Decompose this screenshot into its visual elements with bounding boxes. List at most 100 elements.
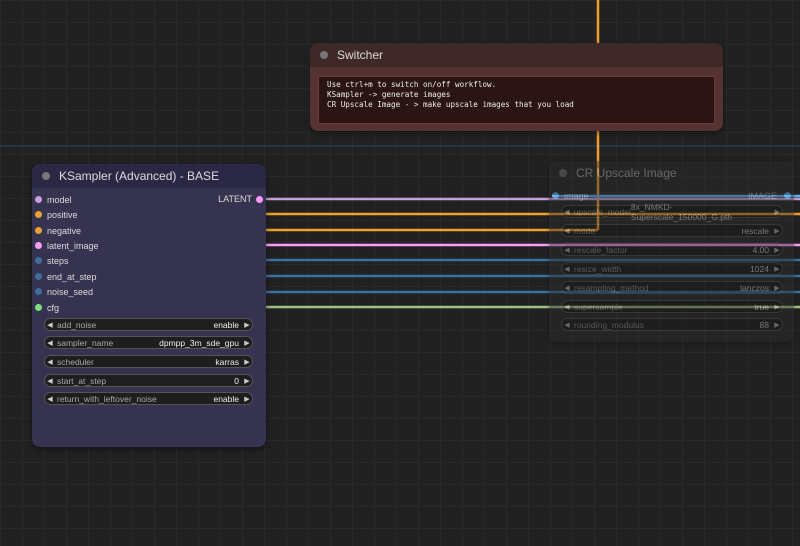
increment-arrow-icon[interactable]: ▶ xyxy=(242,358,252,366)
input-socket-icon[interactable] xyxy=(35,242,42,249)
output-socket-icon[interactable] xyxy=(256,195,263,203)
widget-sampler-name[interactable]: ◀ sampler_name dpmpp_3m_sde_gpu ▶ xyxy=(44,336,253,349)
input-steps[interactable]: steps xyxy=(32,253,266,268)
decrement-arrow-icon[interactable]: ◀ xyxy=(562,321,572,329)
widget-mode[interactable]: ◀ mode rescale ▶ xyxy=(561,224,783,237)
decrement-arrow-icon[interactable]: ◀ xyxy=(562,227,572,235)
node-title-bar[interactable]: CR Upscale Image xyxy=(549,161,794,185)
input-label: model xyxy=(47,194,72,205)
input-model[interactable]: model xyxy=(32,192,192,207)
input-label: end_at_step xyxy=(47,271,97,282)
widget-label: sampler_name xyxy=(57,337,114,348)
increment-arrow-icon[interactable]: ▶ xyxy=(242,339,252,347)
output-label: LATENT xyxy=(218,194,252,204)
widget-label: supersample xyxy=(574,301,623,312)
increment-arrow-icon[interactable]: ▶ xyxy=(772,321,782,329)
widget-rescale-factor[interactable]: ◀ rescale_factor 4.00 ▶ xyxy=(561,243,783,256)
decrement-arrow-icon[interactable]: ◀ xyxy=(45,321,55,329)
decrement-arrow-icon[interactable]: ◀ xyxy=(562,208,572,216)
increment-arrow-icon[interactable]: ▶ xyxy=(242,377,252,385)
input-cfg[interactable]: cfg xyxy=(32,300,266,315)
ksampler-advanced-node[interactable]: KSampler (Advanced) - BASE LATENT model … xyxy=(32,164,266,447)
increment-arrow-icon[interactable]: ▶ xyxy=(772,284,782,292)
node-title: CR Upscale Image xyxy=(576,166,677,180)
widget-value: true xyxy=(754,301,769,312)
widget-value: 0 xyxy=(234,375,239,386)
collapse-dot-icon[interactable] xyxy=(42,172,50,180)
decrement-arrow-icon[interactable]: ◀ xyxy=(45,358,55,366)
input-socket-icon[interactable] xyxy=(35,304,42,311)
note-text[interactable]: Use ctrl+m to switch on/off workflow. KS… xyxy=(318,76,715,124)
input-positive[interactable]: positive xyxy=(32,207,266,222)
widget-label: resampling_method xyxy=(574,282,649,293)
widget-rounding-modulus[interactable]: ◀ rounding_modulus 88 ▶ xyxy=(561,318,783,331)
node-title: KSampler (Advanced) - BASE xyxy=(59,169,220,183)
output-latent[interactable]: LATENT xyxy=(218,194,266,204)
increment-arrow-icon[interactable]: ▶ xyxy=(242,395,252,403)
widget-label: scheduler xyxy=(57,356,94,367)
input-socket-icon[interactable] xyxy=(35,273,42,280)
increment-arrow-icon[interactable]: ▶ xyxy=(772,227,782,235)
widget-value: dpmpp_3m_sde_gpu xyxy=(159,337,239,348)
widget-value: rescale xyxy=(741,225,769,236)
input-noise-seed[interactable]: noise_seed xyxy=(32,284,266,299)
widget-value: 4.00 xyxy=(752,244,769,255)
input-negative[interactable]: negative xyxy=(32,223,266,238)
widget-value: 88 xyxy=(759,319,769,330)
increment-arrow-icon[interactable]: ▶ xyxy=(772,246,782,254)
widget-label: upscale_model xyxy=(573,206,631,217)
increment-arrow-icon[interactable]: ▶ xyxy=(242,321,252,329)
widget-label: rescale_factor xyxy=(574,244,628,255)
input-socket-icon[interactable] xyxy=(35,288,42,295)
input-socket-icon[interactable] xyxy=(35,196,42,203)
input-label: positive xyxy=(47,209,78,220)
decrement-arrow-icon[interactable]: ◀ xyxy=(562,303,572,311)
widget-label: rounding_modulus xyxy=(574,319,644,330)
switcher-node[interactable]: Switcher Use ctrl+m to switch on/off wor… xyxy=(310,43,723,131)
widget-label: add_noise xyxy=(57,319,97,330)
input-label: latent_image xyxy=(47,240,99,251)
output-label: IMAGE xyxy=(747,190,777,201)
input-end-at-step[interactable]: end_at_step xyxy=(32,269,266,284)
decrement-arrow-icon[interactable]: ◀ xyxy=(562,265,572,273)
collapse-dot-icon[interactable] xyxy=(559,169,567,177)
decrement-arrow-icon[interactable]: ◀ xyxy=(45,377,55,385)
widget-value: lanczos xyxy=(740,282,769,293)
widget-label: start_at_step xyxy=(57,375,107,386)
widget-value: 1024 xyxy=(750,263,769,274)
widget-value: enable xyxy=(213,393,239,404)
increment-arrow-icon[interactable]: ▶ xyxy=(772,208,782,216)
node-title-bar[interactable]: Switcher xyxy=(310,43,723,67)
cr-upscale-image-node[interactable]: CR Upscale Image image IMAGE ◀ upscale_m… xyxy=(549,161,794,342)
node-title: Switcher xyxy=(337,48,384,62)
decrement-arrow-icon[interactable]: ◀ xyxy=(45,339,55,347)
input-label: image xyxy=(564,190,589,201)
input-socket-icon[interactable] xyxy=(35,227,42,234)
decrement-arrow-icon[interactable]: ◀ xyxy=(45,395,55,403)
widget-return-with-leftover-noise[interactable]: ◀ return_with_leftover_noise enable ▶ xyxy=(44,392,253,405)
graph-canvas[interactable]: Switcher Use ctrl+m to switch on/off wor… xyxy=(0,0,800,546)
output-socket-icon[interactable] xyxy=(784,192,791,199)
widget-scheduler[interactable]: ◀ scheduler karras ▶ xyxy=(44,355,253,368)
decrement-arrow-icon[interactable]: ◀ xyxy=(562,284,572,292)
increment-arrow-icon[interactable]: ▶ xyxy=(772,265,782,273)
decrement-arrow-icon[interactable]: ◀ xyxy=(562,246,572,254)
widget-label: return_with_leftover_noise xyxy=(57,393,157,404)
widget-start-at-step[interactable]: ◀ start_at_step 0 ▶ xyxy=(44,374,253,387)
input-label: steps xyxy=(47,255,69,266)
widget-resize-width[interactable]: ◀ resize_width 1024 ▶ xyxy=(561,262,783,275)
input-socket-icon[interactable] xyxy=(35,211,42,218)
input-label: noise_seed xyxy=(47,286,94,297)
widget-value: karras xyxy=(215,356,239,367)
increment-arrow-icon[interactable]: ▶ xyxy=(772,303,782,311)
widget-upscale-model[interactable]: ◀ upscale_model 8x_NMKD-Superscale_15000… xyxy=(561,202,783,222)
collapse-dot-icon[interactable] xyxy=(320,51,328,59)
input-latent-image[interactable]: latent_image xyxy=(32,238,266,253)
widget-add-noise[interactable]: ◀ add_noise enable ▶ xyxy=(44,318,253,331)
input-socket-icon[interactable] xyxy=(35,257,42,264)
widget-resampling-method[interactable]: ◀ resampling_method lanczos ▶ xyxy=(561,281,783,294)
input-socket-icon[interactable] xyxy=(552,192,559,199)
input-label: negative xyxy=(47,225,82,236)
node-title-bar[interactable]: KSampler (Advanced) - BASE xyxy=(32,164,266,188)
widget-supersample[interactable]: ◀ supersample true ▶ xyxy=(561,300,783,313)
